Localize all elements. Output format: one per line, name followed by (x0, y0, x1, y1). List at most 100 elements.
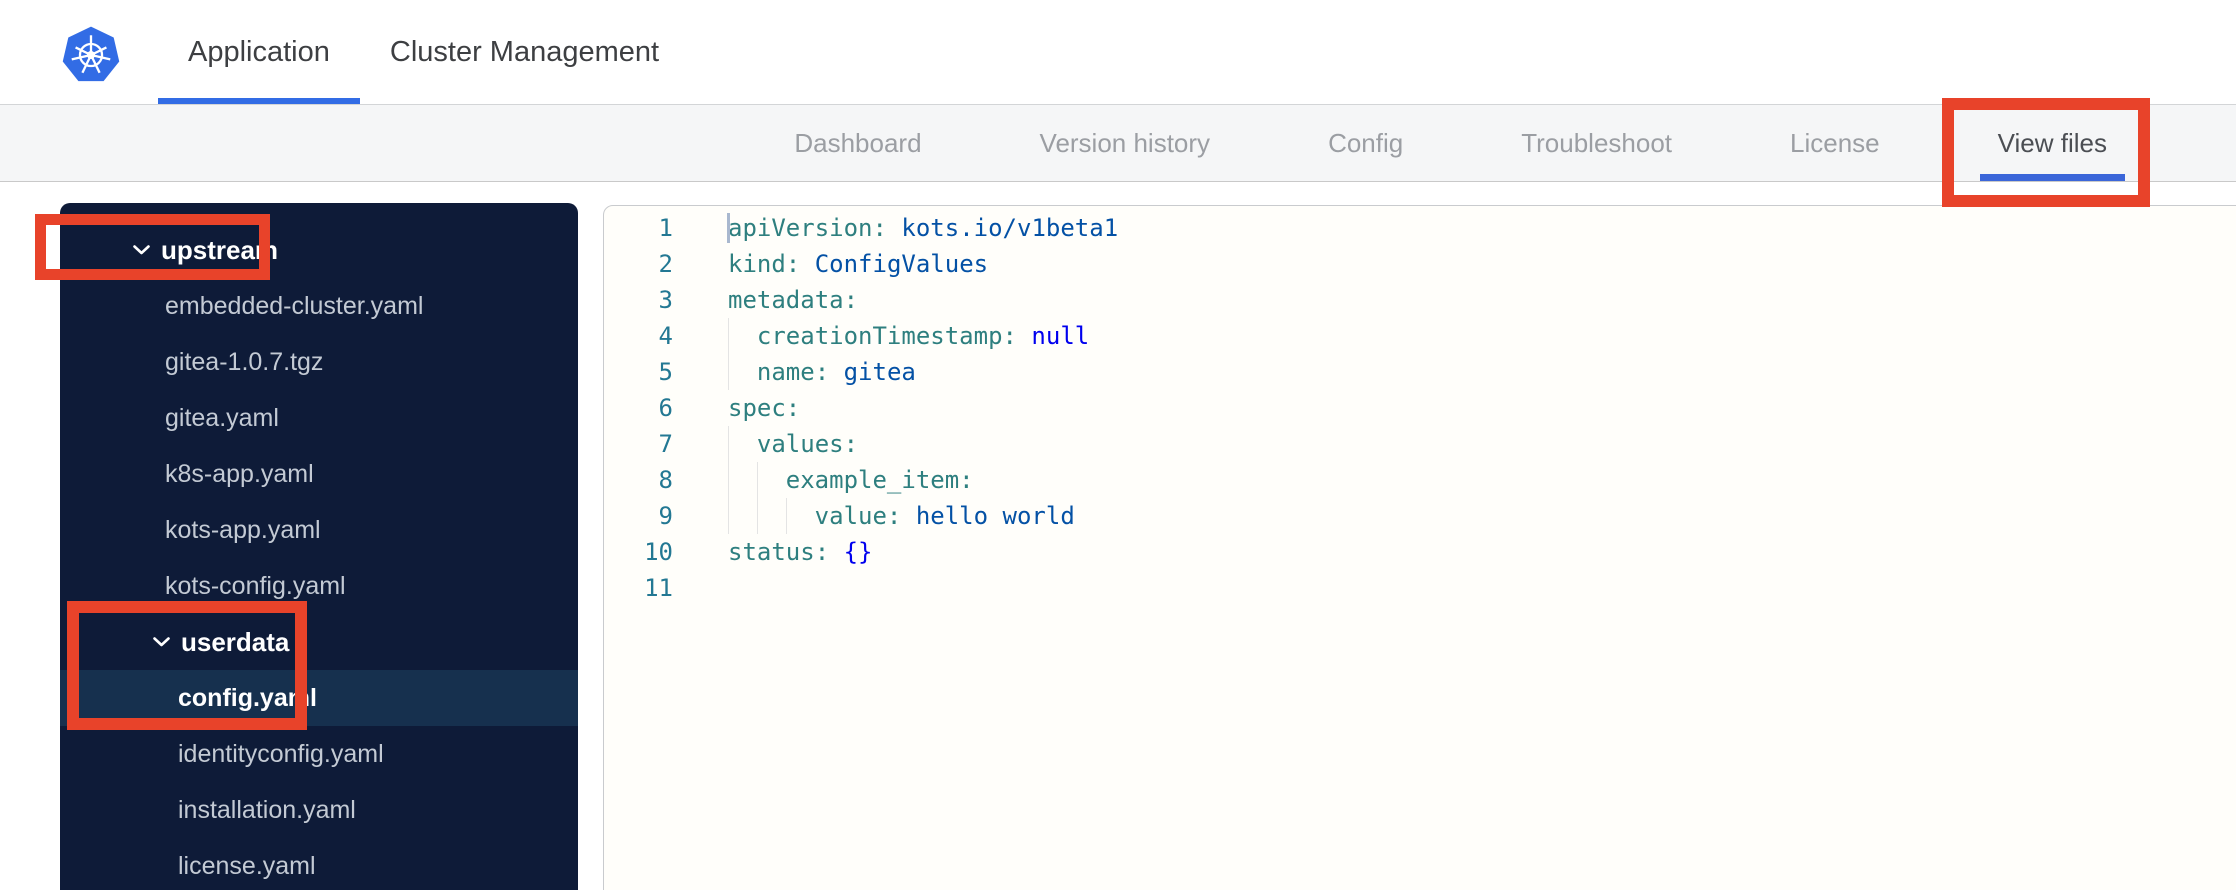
token-val: gitea (829, 358, 916, 386)
tree-item-license-yaml[interactable]: license.yaml (60, 838, 578, 890)
subnav-tab-view-files[interactable]: View files (1979, 105, 2126, 181)
subnav-tab-config[interactable]: Config (1310, 105, 1421, 181)
file-label: kots-config.yaml (165, 571, 346, 600)
token-key: metadata: (728, 286, 859, 314)
subnav-tab-label: License (1790, 127, 1880, 158)
line-number: 5 (658, 358, 673, 386)
line-number: 11 (644, 574, 673, 602)
token-key: apiVersion: (728, 214, 887, 242)
subnav-tab-label: Dashboard (794, 127, 922, 158)
line-number: 3 (658, 286, 673, 314)
file-label: gitea-1.0.7.tgz (165, 347, 324, 376)
token-key: example_item: (785, 466, 974, 494)
tree-item-identityconfig-yaml[interactable]: identityconfig.yaml (60, 726, 578, 782)
subnav-tab-label: Troubleshoot (1521, 127, 1673, 158)
tree-item-embedded-cluster-yaml[interactable]: embedded-cluster.yaml (60, 278, 578, 334)
token-key: status: (728, 538, 830, 566)
token-val: kots.io/v1beta1 (886, 214, 1119, 242)
tree-item-gitea-1-0-7-tgz[interactable]: gitea-1.0.7.tgz (60, 334, 578, 390)
code-line-7: 7 values: (604, 426, 2236, 462)
line-number: 6 (658, 394, 673, 422)
kots-admin-console: Application Cluster Management Dashboard V… (0, 0, 2236, 890)
code-line-6: 6 spec: (604, 390, 2236, 426)
line-number: 7 (658, 430, 673, 458)
subnav-tab-label: View files (1997, 127, 2107, 158)
tree-item-upstream[interactable]: upstream (60, 222, 578, 278)
token-key: kind: (728, 250, 801, 278)
indent-guide (756, 462, 786, 498)
code-line-9: 9 value: hello world (604, 498, 2236, 534)
token-val: ConfigValues (800, 250, 989, 278)
token-val: hello world (901, 502, 1075, 530)
subnav-tab-dashboard[interactable]: Dashboard (776, 105, 939, 181)
indent-guide (728, 318, 757, 354)
file-label: kots-app.yaml (165, 515, 321, 544)
code-line-1: 1 apiVersion: kots.io/v1beta1 (604, 210, 2236, 246)
code-line-5: 5 name: gitea (604, 354, 2236, 390)
token-key: name: (756, 358, 830, 386)
code-line-content: apiVersion: kots.io/v1beta1 (728, 210, 1118, 246)
token-key: values: (756, 430, 859, 458)
token-key: creationTimestamp: (756, 322, 1017, 350)
subnav-tab-troubleshoot[interactable]: Troubleshoot (1503, 105, 1690, 181)
indent-guide (756, 498, 786, 534)
top-tab-cluster-management[interactable]: Cluster Management (360, 0, 689, 104)
code-line-4: 4 creationTimestamp: null (604, 318, 2236, 354)
app-header: Application Cluster Management (0, 0, 2236, 104)
file-label: gitea.yaml (165, 403, 279, 432)
code-line-10: 10 status: {} (604, 534, 2236, 570)
top-tabs: Application Cluster Management (158, 0, 689, 104)
top-tab-application[interactable]: Application (158, 0, 360, 104)
code-line-content: kind: ConfigValues (728, 246, 988, 282)
code-line-8: 8 example_item: (604, 462, 2236, 498)
token-kw: null (1016, 322, 1090, 350)
code-line-content: values: (728, 426, 858, 462)
code-line-11: 11 (604, 570, 2236, 606)
code-line-content: name: gitea (728, 354, 916, 390)
subnav-tab-label: Version history (1039, 127, 1211, 158)
file-label: license.yaml (178, 851, 316, 880)
file-label: installation.yaml (178, 795, 356, 824)
kubernetes-logo-icon (62, 26, 120, 82)
subnav-tab-version-history[interactable]: Version history (1022, 105, 1229, 181)
line-number: 8 (658, 466, 673, 494)
top-tab-label: Application (188, 35, 330, 68)
tree-item-installation-yaml[interactable]: installation.yaml (60, 782, 578, 838)
indent-guide (785, 498, 815, 534)
chevron-down-icon (133, 245, 150, 255)
line-number: 2 (658, 250, 673, 278)
subnav-tab-license[interactable]: License (1772, 105, 1898, 181)
line-number: 9 (658, 502, 673, 530)
code-line-content: spec: (728, 390, 800, 426)
indent-guide (728, 498, 757, 534)
code-line-content: example_item: (728, 462, 974, 498)
line-number: 10 (644, 538, 673, 566)
file-tree-sidebar: upstream embedded-cluster.yaml gitea-1.0.7… (60, 203, 578, 890)
token-kw: {} (829, 538, 873, 566)
file-label: identityconfig.yaml (178, 739, 384, 768)
tree-item-kots-app-yaml[interactable]: kots-app.yaml (60, 502, 578, 558)
folder-label: upstream (161, 234, 279, 265)
token-key: spec: (728, 394, 801, 422)
code-line-content: creationTimestamp: null (728, 318, 1089, 354)
indent-guide (728, 354, 757, 390)
code-line-content: metadata: (728, 282, 858, 318)
line-number: 1 (658, 214, 673, 242)
subnav-tab-label: Config (1328, 127, 1404, 158)
tree-item-config-yaml[interactable]: config.yaml (60, 670, 578, 726)
code-line-3: 3 metadata: (604, 282, 2236, 318)
file-label: embedded-cluster.yaml (165, 291, 424, 320)
top-tab-label: Cluster Management (389, 35, 660, 68)
tree-item-kots-config-yaml[interactable]: kots-config.yaml (60, 558, 578, 614)
file-label: k8s-app.yaml (165, 459, 314, 488)
folder-label: userdata (181, 626, 290, 657)
tree-item-userdata[interactable]: userdata (60, 614, 578, 670)
code-line-2: 2 kind: ConfigValues (604, 246, 2236, 282)
file-label: config.yaml (178, 683, 317, 712)
indent-guide (728, 426, 757, 462)
indent-guide (728, 462, 757, 498)
file-editor-panel[interactable]: 1 apiVersion: kots.io/v1beta1 2 kind: Confi… (603, 205, 2236, 890)
chevron-down-icon (153, 637, 170, 647)
tree-item-k8s-app-yaml[interactable]: k8s-app.yaml (60, 446, 578, 502)
tree-item-gitea-yaml[interactable]: gitea.yaml (60, 390, 578, 446)
